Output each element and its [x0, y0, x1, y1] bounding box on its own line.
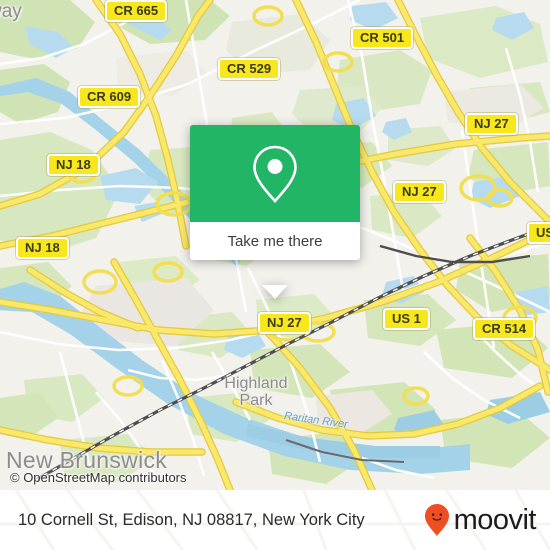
highway-shield-cr-514[interactable]: CR 514 — [473, 318, 536, 340]
popup-cta[interactable]: Take me there — [190, 222, 360, 260]
highway-shield-cr-609[interactable]: CR 609 — [78, 86, 141, 108]
highway-shield-nj-18-upper[interactable]: NJ 18 — [47, 154, 100, 176]
highway-shield-us-1[interactable]: US 1 — [383, 308, 430, 330]
location-popup-card[interactable]: Take me there — [190, 125, 360, 299]
footer-bar: 10 Cornell St, Edison, NJ 08817, New Yor… — [0, 490, 550, 550]
moovit-brand-logo[interactable]: moovit — [424, 503, 537, 537]
map-canvas[interactable]: way Highland Park New Brunswick Raritan … — [0, 0, 550, 490]
highway-shield-cr-529[interactable]: CR 529 — [218, 58, 281, 80]
highway-shield-cr-665[interactable]: CR 665 — [105, 0, 168, 22]
moovit-wordmark: moovit — [453, 503, 537, 536]
address-text: 10 Cornell St, Edison, NJ 08817, New Yor… — [18, 510, 365, 529]
popup-cta-label: Take me there — [227, 232, 323, 250]
highway-shield-nj-27-mid[interactable]: NJ 27 — [393, 181, 446, 203]
popup-pointer-tail — [262, 285, 288, 299]
popup-header — [190, 125, 360, 222]
map-screenshot: way Highland Park New Brunswick Raritan … — [0, 0, 550, 550]
map-pin-icon — [253, 145, 297, 203]
moovit-pin-smiley-icon — [424, 504, 449, 536]
highway-shield-nj-18-lower[interactable]: NJ 18 — [16, 237, 69, 259]
highway-shield-nj-27-south[interactable]: NJ 27 — [258, 312, 311, 334]
openstreetmap-attribution[interactable]: © OpenStreetMap contributors — [10, 470, 187, 485]
highway-shield-nj-27-north[interactable]: NJ 27 — [465, 113, 518, 135]
highway-shield-us-edge[interactable]: US — [527, 222, 550, 244]
highway-shield-cr-501[interactable]: CR 501 — [351, 27, 414, 49]
